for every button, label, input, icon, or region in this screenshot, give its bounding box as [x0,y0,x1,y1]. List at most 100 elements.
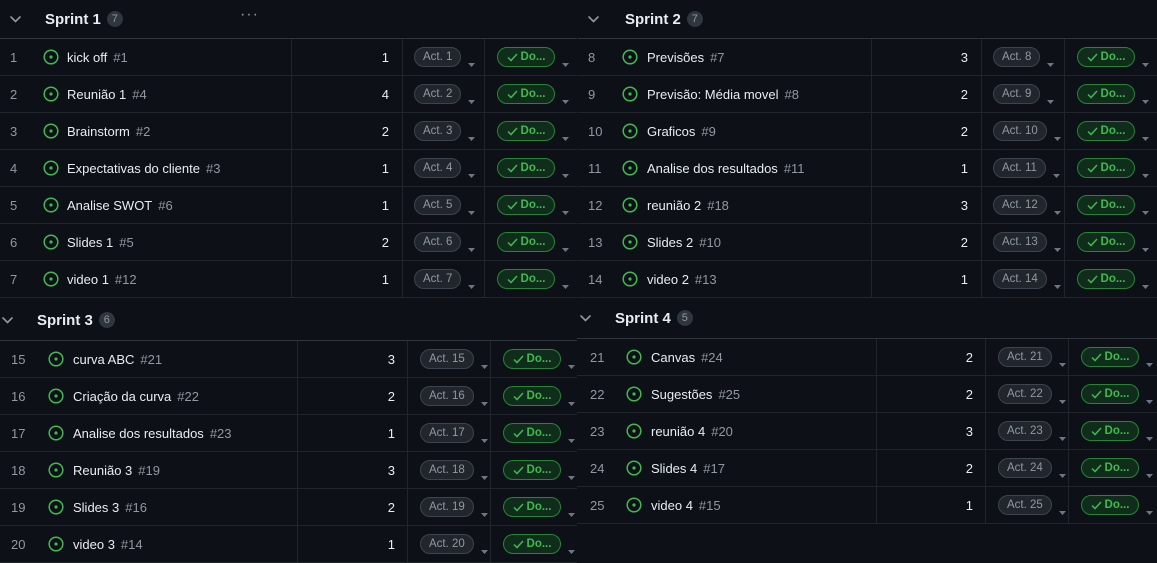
issue-title-link[interactable]: Analise dos resultados [73,426,204,441]
status-done-badge[interactable]: Do... [497,232,555,252]
chevron-down-icon[interactable] [562,129,569,141]
chevron-down-icon[interactable] [468,92,476,104]
chevron-down-icon[interactable] [568,542,575,554]
estimate-cell[interactable]: 2 [886,339,973,375]
issue-title-link[interactable]: Sugestões [651,387,712,402]
issue-title-link[interactable]: Analise dos resultados [647,161,778,176]
status-done-badge[interactable]: Do... [503,497,561,517]
iteration-pill[interactable]: Act. 15 [420,349,474,369]
iteration-pill[interactable]: Act. 14 [993,269,1047,289]
table-row[interactable]: 14 video 2 #13 1 Act. 14 Do... [578,261,1157,298]
status-done-badge[interactable]: Do... [497,269,555,289]
estimate-cell[interactable]: 1 [301,150,389,186]
issue-title-link[interactable]: Slides 3 [73,500,119,515]
chevron-down-icon[interactable] [480,505,488,517]
issue-title-link[interactable]: Brainstorm [67,124,130,139]
table-row[interactable]: 17 Analise dos resultados #23 1 Act. 17 Do... [0,415,577,452]
issue-title-link[interactable]: video 3 [73,537,115,552]
table-row[interactable]: 16 Criação da curva #22 2 Act. 16 Do... [0,378,577,415]
issue-title-link[interactable]: Previsões [647,50,704,65]
chevron-down-icon[interactable] [1142,203,1149,215]
estimate-cell[interactable]: 1 [307,415,395,451]
chevron-down-icon[interactable] [1058,429,1066,441]
status-done-badge[interactable]: Do... [1077,269,1135,289]
estimate-cell[interactable]: 2 [301,113,389,149]
table-row[interactable]: 2 Reunião 1 #4 4 Act. 2 Do... [0,76,577,113]
iteration-pill[interactable]: Act. 9 [993,84,1041,104]
table-row[interactable]: 8 Previsões #7 3 Act. 8 Do... [578,39,1157,76]
status-done-badge[interactable]: Do... [1077,47,1135,67]
table-row[interactable]: 23 reunião 4 #20 3 Act. 23 Do... [577,413,1157,450]
iteration-pill[interactable]: Act. 6 [414,232,462,252]
iteration-pill[interactable]: Act. 24 [998,458,1052,478]
status-done-badge[interactable]: Do... [1081,384,1139,404]
table-row[interactable]: 12 reunião 2 #18 3 Act. 12 Do... [578,187,1157,224]
chevron-down-icon[interactable] [468,129,476,141]
iteration-pill[interactable]: Act. 18 [420,460,474,480]
chevron-down-icon[interactable] [568,394,575,406]
status-done-badge[interactable]: Do... [1081,421,1139,441]
chevron-down-icon[interactable] [468,203,476,215]
issue-title-link[interactable]: video 4 [651,498,693,513]
chevron-down-icon[interactable] [568,468,575,480]
estimate-cell[interactable]: 1 [301,187,389,223]
estimate-cell[interactable]: 2 [886,376,973,412]
table-row[interactable]: 6 Slides 1 #5 2 Act. 6 Do... [0,224,577,261]
table-row[interactable]: 15 curva ABC #21 3 Act. 15 Do... [0,341,577,378]
estimate-cell[interactable]: 2 [881,76,968,112]
status-done-badge[interactable]: Do... [503,349,561,369]
status-done-badge[interactable]: Do... [1081,458,1139,478]
table-row[interactable]: 7 video 1 #12 1 Act. 7 Do... [0,261,577,298]
issue-title-link[interactable]: curva ABC [73,352,134,367]
estimate-cell[interactable]: 1 [881,150,968,186]
chevron-down-icon[interactable] [480,468,488,480]
status-done-badge[interactable]: Do... [497,121,555,141]
iteration-pill[interactable]: Act. 23 [998,421,1052,441]
chevron-down-icon[interactable] [1053,129,1061,141]
chevron-down-icon[interactable] [1058,392,1066,404]
status-done-badge[interactable]: Do... [1077,121,1135,141]
table-row[interactable]: 9 Previsão: Média movel #8 2 Act. 9 Do... [578,76,1157,113]
status-done-badge[interactable]: Do... [497,84,555,104]
iteration-pill[interactable]: Act. 2 [414,84,462,104]
chevron-down-icon[interactable] [1142,240,1149,252]
chevron-down-icon[interactable] [468,240,476,252]
status-done-badge[interactable]: Do... [1077,195,1135,215]
estimate-cell[interactable]: 2 [307,378,395,414]
status-done-badge[interactable]: Do... [497,47,555,67]
status-done-badge[interactable]: Do... [497,195,555,215]
chevron-down-icon[interactable] [1146,466,1153,478]
issue-title-link[interactable]: Slides 1 [67,235,113,250]
chevron-down-icon[interactable] [1142,129,1149,141]
status-done-badge[interactable]: Do... [497,158,555,178]
chevron-down-icon[interactable] [1146,503,1153,515]
iteration-pill[interactable]: Act. 21 [998,347,1052,367]
chevron-down-icon[interactable] [1052,166,1060,178]
issue-title-link[interactable]: reunião 4 [651,424,705,439]
chevron-down-icon[interactable] [480,394,488,406]
chevron-down-icon[interactable] [568,431,575,443]
table-row[interactable]: 11 Analise dos resultados #11 1 Act. 11 Do... [578,150,1157,187]
status-done-badge[interactable]: Do... [1077,232,1135,252]
estimate-cell[interactable]: 2 [886,450,973,486]
status-done-badge[interactable]: Do... [1081,495,1139,515]
iteration-pill[interactable]: Act. 3 [414,121,462,141]
iteration-pill[interactable]: Act. 10 [993,121,1047,141]
iteration-pill[interactable]: Act. 7 [414,269,462,289]
issue-title-link[interactable]: kick off [67,50,107,65]
chevron-down-icon[interactable] [468,166,476,178]
estimate-cell[interactable]: 4 [301,76,389,112]
estimate-cell[interactable]: 3 [881,187,968,223]
table-row[interactable]: 21 Canvas #24 2 Act. 21 Do... [577,339,1157,376]
status-done-badge[interactable]: Do... [503,534,561,554]
status-done-badge[interactable]: Do... [1077,158,1135,178]
table-row[interactable]: 5 Analise SWOT #6 1 Act. 5 Do... [0,187,577,224]
chevron-down-icon[interactable] [1047,92,1055,104]
chevron-down-icon[interactable] [580,314,591,325]
iteration-pill[interactable]: Act. 17 [420,423,474,443]
issue-title-link[interactable]: Slides 4 [651,461,697,476]
status-done-badge[interactable]: Do... [1077,84,1135,104]
chevron-down-icon[interactable] [588,15,599,26]
chevron-down-icon[interactable] [1142,92,1149,104]
iteration-pill[interactable]: Act. 8 [993,47,1041,67]
